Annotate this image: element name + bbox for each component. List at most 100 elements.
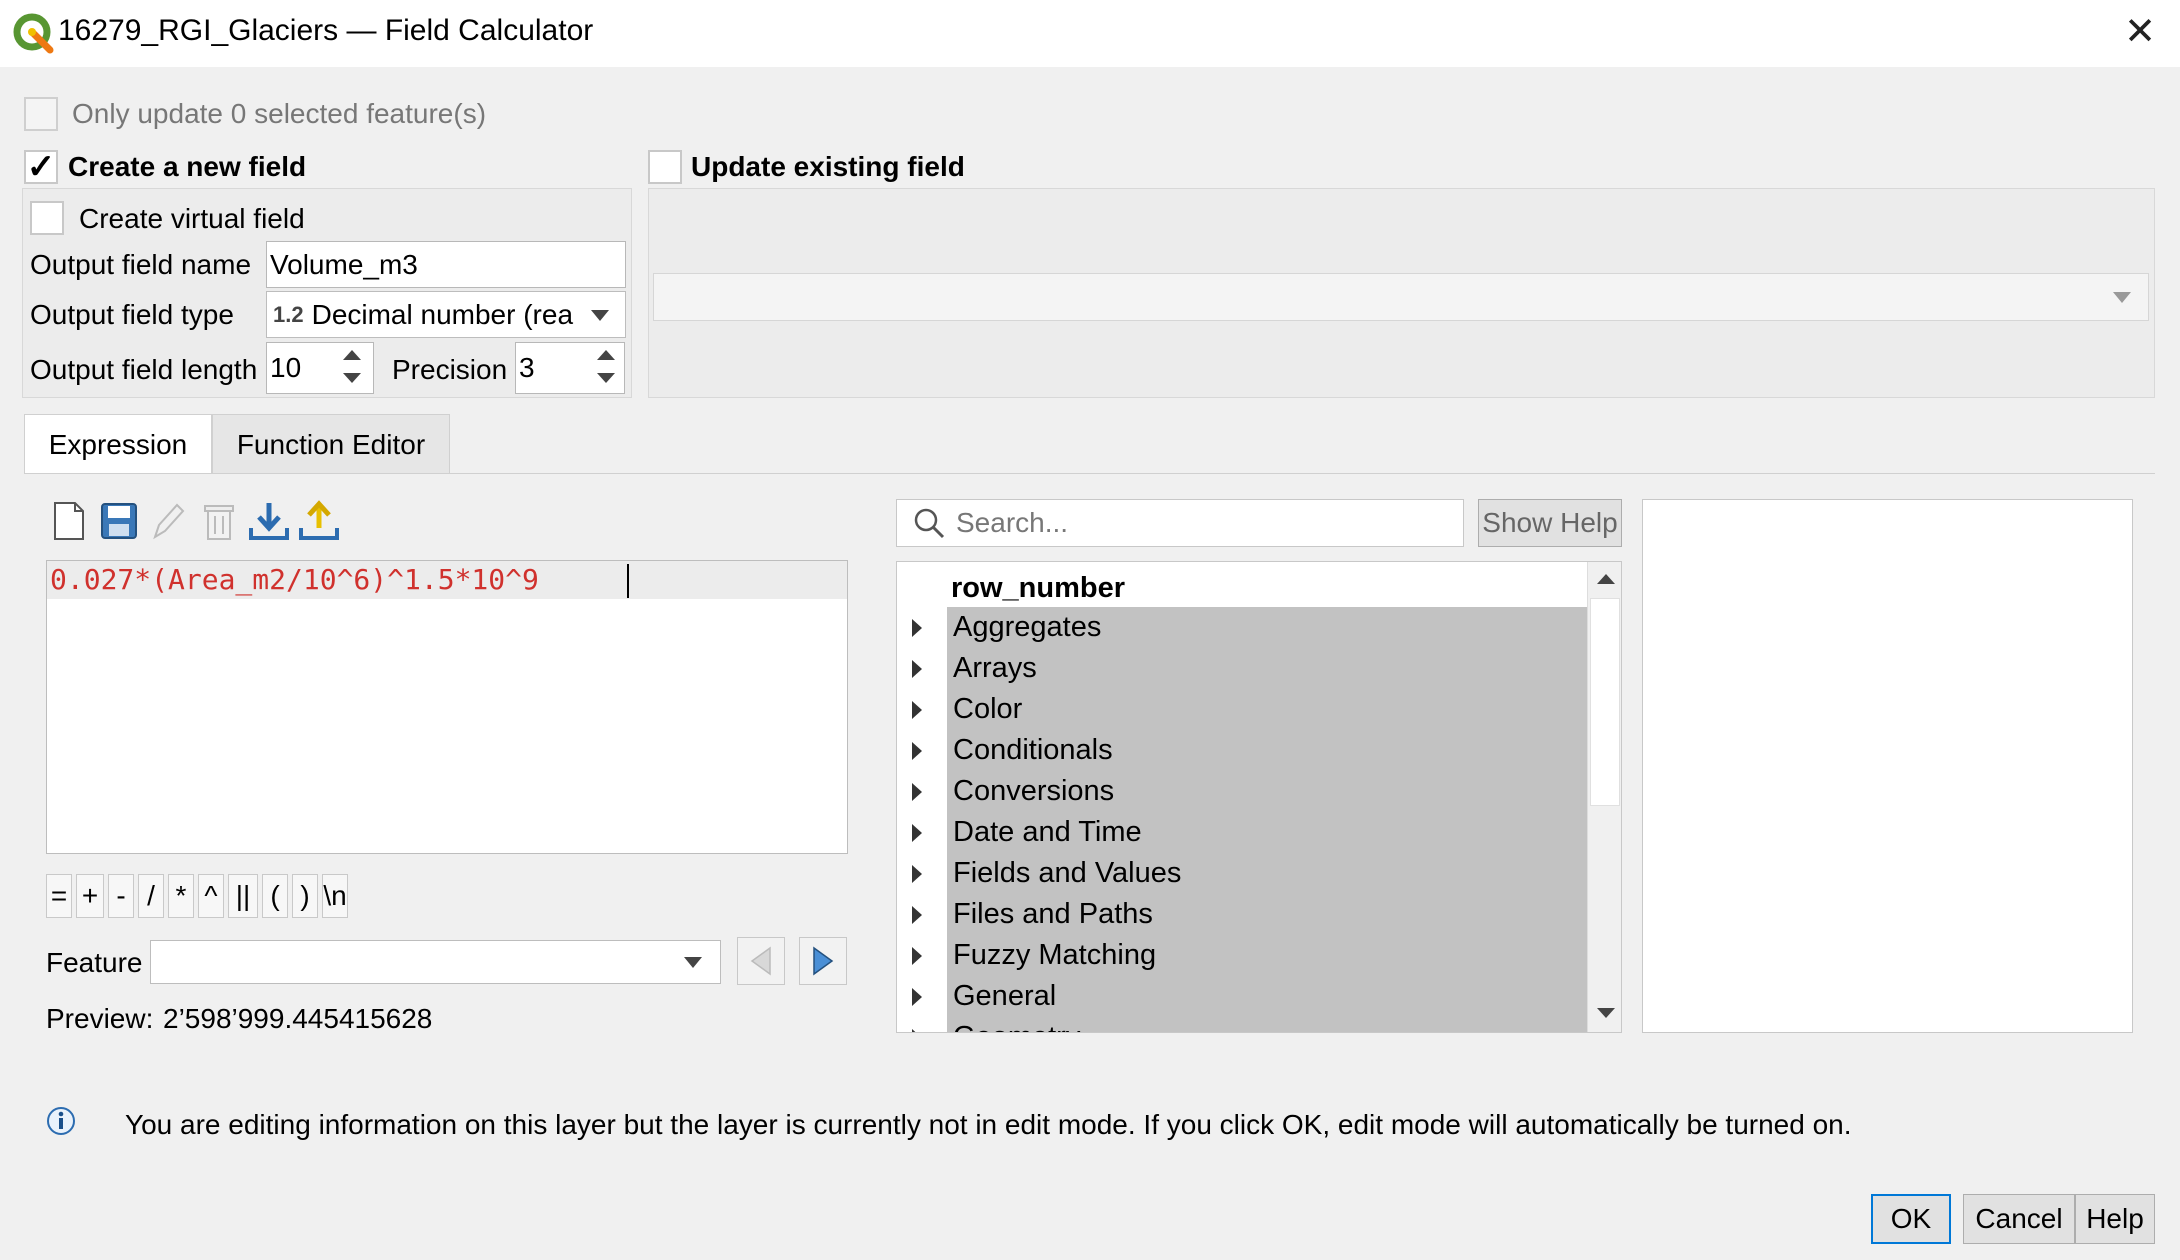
only-update-selected-label: Only update 0 selected feature(s)	[72, 98, 487, 129]
help-button[interactable]: Help	[2075, 1194, 2155, 1244]
op-divide-button[interactable]: /	[138, 874, 164, 918]
search-icon	[914, 508, 945, 539]
tree-group-label: Date and Time	[953, 816, 1142, 848]
op-power-button[interactable]: ^	[198, 874, 224, 918]
scroll-down-icon[interactable]	[1597, 1008, 1615, 1018]
chevron-down-icon	[684, 957, 702, 968]
tree-group-label: Conversions	[953, 775, 1115, 807]
tree-group-label: Fields and Values	[953, 857, 1182, 889]
scroll-up-icon[interactable]	[1597, 574, 1615, 584]
output-field-type-label: Output field type	[30, 299, 234, 330]
output-field-name-input[interactable]: Volume_m3	[266, 241, 626, 288]
next-feature-button[interactable]	[799, 937, 847, 985]
previous-feature-button[interactable]	[737, 937, 785, 985]
tree-group-label: Color	[953, 693, 1023, 725]
expand-arrow-icon[interactable]	[912, 742, 922, 760]
decimal-type-icon: 1.2	[273, 301, 304, 327]
tree-group-label: Fuzzy Matching	[953, 939, 1157, 971]
output-field-type-select[interactable]: 1.2 Decimal number (real)	[266, 291, 626, 338]
function-help-pane	[1642, 499, 2133, 1033]
expand-arrow-icon[interactable]	[912, 701, 922, 719]
tree-group-general[interactable]: General	[897, 976, 1587, 1017]
tree-group-conversions[interactable]: Conversions	[897, 771, 1587, 812]
tree-group-conditionals[interactable]: Conditionals	[897, 730, 1587, 771]
export-icon[interactable]	[296, 498, 342, 544]
op-concat-button[interactable]: ||	[228, 874, 258, 918]
save-icon[interactable]	[96, 498, 142, 544]
tree-item-row-number[interactable]: row_number	[897, 568, 1587, 609]
op-plus-button[interactable]: +	[76, 874, 104, 918]
tree-group-fuzzy-matching[interactable]: Fuzzy Matching	[897, 935, 1587, 976]
info-icon	[47, 1107, 75, 1135]
create-virtual-field-label: Create virtual field	[79, 203, 305, 234]
chevron-down-icon	[2113, 292, 2131, 303]
tab-function-editor[interactable]: Function Editor	[212, 414, 450, 474]
precision-spin-up-icon[interactable]	[597, 350, 615, 360]
tree-group-label: General	[953, 980, 1057, 1012]
only-update-selected-checkbox[interactable]	[24, 97, 58, 131]
op-minus-button[interactable]: -	[108, 874, 134, 918]
expand-arrow-icon[interactable]	[912, 783, 922, 801]
tree-group-files-and-paths[interactable]: Files and Paths	[897, 894, 1587, 935]
window-title: 16279_RGI_Glaciers — Field Calculator	[58, 14, 594, 47]
length-spin-up-icon[interactable]	[343, 350, 361, 360]
show-help-button[interactable]: Show Help	[1478, 499, 1622, 547]
tree-group-arrays[interactable]: Arrays	[897, 648, 1587, 689]
tree-group-aggregates[interactable]: Aggregates	[897, 607, 1587, 648]
expand-arrow-icon[interactable]	[912, 865, 922, 883]
expand-arrow-icon[interactable]	[912, 988, 922, 1006]
cancel-button[interactable]: Cancel	[1963, 1194, 2075, 1244]
op-open-paren-button[interactable]: (	[262, 874, 288, 918]
feature-select[interactable]	[150, 940, 721, 984]
tree-group-geometry[interactable]: Geometry	[897, 1017, 1587, 1032]
tree-group-label: Geometry	[953, 1021, 1080, 1032]
existing-field-select[interactable]	[653, 273, 2149, 321]
function-tree[interactable]: row_number Aggregates Arrays Color Condi…	[896, 561, 1622, 1033]
tab-expression[interactable]: Expression	[24, 414, 212, 474]
preview-value: 2’598’999.445415628	[163, 1003, 433, 1034]
output-field-type-value: Decimal number (real)	[311, 298, 574, 330]
arrow-right-icon	[813, 946, 834, 976]
scroll-thumb[interactable]	[1590, 598, 1620, 806]
precision-label: Precision	[392, 354, 508, 385]
update-existing-field-checkbox[interactable]	[648, 150, 682, 184]
expand-arrow-icon[interactable]	[912, 1029, 922, 1032]
expand-arrow-icon[interactable]	[912, 619, 922, 637]
tree-scrollbar[interactable]	[1587, 562, 1621, 1032]
expand-arrow-icon[interactable]	[912, 824, 922, 842]
create-virtual-field-checkbox[interactable]	[30, 201, 64, 235]
tree-item-label: row_number	[951, 572, 1126, 604]
update-existing-field-label: Update existing field	[691, 151, 965, 182]
output-field-name-label: Output field name	[30, 249, 252, 280]
tree-group-date-and-time[interactable]: Date and Time	[897, 812, 1587, 853]
tree-group-fields-and-values[interactable]: Fields and Values	[897, 853, 1587, 894]
text-cursor	[627, 564, 629, 598]
import-icon[interactable]	[246, 498, 292, 544]
output-field-length-label: Output field length	[30, 354, 258, 385]
precision-spin-down-icon[interactable]	[597, 373, 615, 383]
arrow-left-icon	[750, 946, 771, 976]
info-message: You are editing information on this laye…	[125, 1109, 1852, 1140]
chevron-down-icon	[591, 310, 609, 321]
edit-icon[interactable]	[146, 498, 192, 544]
expression-text[interactable]: 0.027*(Area_m2/10^6)^1.5*10^9	[47, 561, 847, 599]
create-new-field-checkbox[interactable]: ✓	[24, 150, 58, 184]
new-file-icon[interactable]	[46, 498, 92, 544]
expand-arrow-icon[interactable]	[912, 947, 922, 965]
qgis-logo-icon	[13, 13, 54, 54]
tree-group-color[interactable]: Color	[897, 689, 1587, 730]
ok-button[interactable]: OK	[1871, 1194, 1951, 1244]
close-icon[interactable]: ✕	[2118, 10, 2162, 54]
expand-arrow-icon[interactable]	[912, 906, 922, 924]
tab-divider	[24, 473, 2155, 474]
function-search-input[interactable]: Search...	[896, 499, 1464, 547]
op-equals-button[interactable]: =	[46, 874, 72, 918]
op-newline-button[interactable]: \n	[322, 874, 348, 918]
delete-icon[interactable]	[196, 498, 242, 544]
expand-arrow-icon[interactable]	[912, 660, 922, 678]
preview-label: Preview:	[46, 1003, 154, 1034]
length-spin-down-icon[interactable]	[343, 373, 361, 383]
expression-editor[interactable]	[46, 560, 848, 854]
op-close-paren-button[interactable]: )	[292, 874, 318, 918]
op-multiply-button[interactable]: *	[168, 874, 194, 918]
